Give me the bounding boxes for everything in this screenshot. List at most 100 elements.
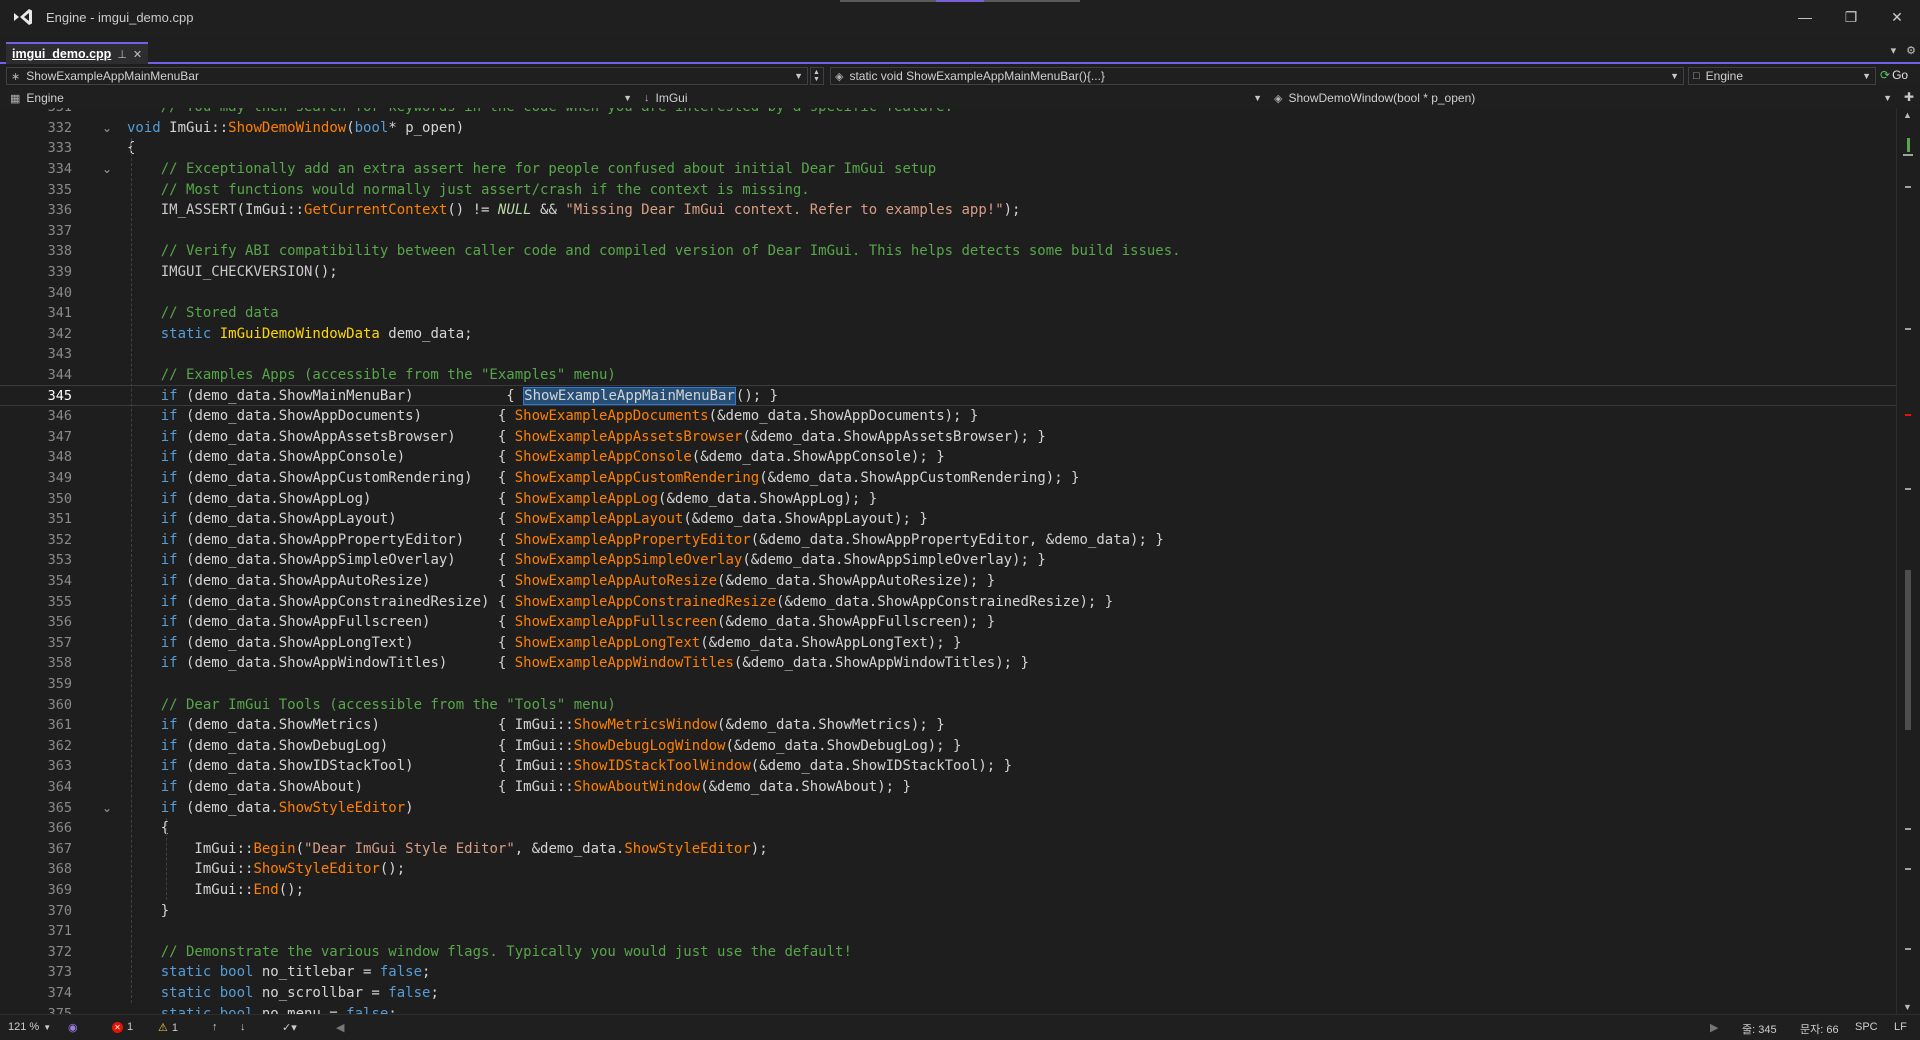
code-line[interactable]: 351 if (demo_data.ShowAppLayout) { ShowE…	[0, 509, 1896, 530]
fold-chevron-icon[interactable]: ⌄	[102, 801, 112, 815]
code-line[interactable]: 339 IMGUI_CHECKVERSION();	[0, 262, 1896, 283]
code-line[interactable]: 346 if (demo_data.ShowAppDocuments) { Sh…	[0, 406, 1896, 427]
fold-chevron-icon[interactable]: ⌄	[102, 162, 112, 176]
tab-close-icon[interactable]: ✕	[133, 48, 142, 61]
code-text: static bool no_menu = false;	[127, 1006, 397, 1014]
zoom-dropdown[interactable]: 121 % ▼	[8, 1021, 51, 1033]
line-ending-indicator[interactable]: LF	[1894, 1021, 1907, 1033]
close-window-button[interactable]: ✕	[1874, 0, 1920, 34]
code-line[interactable]: 341 // Stored data	[0, 303, 1896, 324]
line-number: 346	[47, 408, 72, 425]
code-line[interactable]: 345 if (demo_data.ShowMainMenuBar) { Sho…	[0, 385, 1896, 406]
code-line[interactable]: 357 if (demo_data.ShowAppLongText) { Sho…	[0, 633, 1896, 654]
code-line[interactable]: 371	[0, 921, 1896, 942]
code-line[interactable]: 340	[0, 282, 1896, 303]
split-spinner[interactable]: ▲ ▼	[810, 67, 824, 85]
code-text: IMGUI_CHECKVERSION();	[127, 264, 338, 280]
line-number: 361	[47, 717, 72, 734]
scope-dropdown[interactable]: ∗ ShowExampleAppMainMenuBar ▼	[6, 67, 808, 85]
code-text: if (demo_data.ShowAppSimpleOverlay) { Sh…	[127, 552, 1046, 568]
code-line[interactable]: 375 static bool no_menu = false;	[0, 1003, 1896, 1014]
code-token: static bool	[127, 964, 262, 981]
code-token: ShowExampleAppWindowTitles	[514, 655, 734, 672]
code-line[interactable]: 359	[0, 674, 1896, 695]
code-token: ;	[388, 1005, 397, 1014]
code-line[interactable]: 356 if (demo_data.ShowAppFullscreen) { S…	[0, 612, 1896, 633]
code-line[interactable]: 350 if (demo_data.ShowAppLog) { ShowExam…	[0, 488, 1896, 509]
copilot-icon[interactable]: ◉	[68, 1021, 78, 1034]
code-line[interactable]: 365 ⌄ if (demo_data.ShowStyleEditor)	[0, 797, 1896, 818]
scrollbar-thumb[interactable]	[1905, 570, 1911, 730]
line-indicator[interactable]: 줄: 345	[1742, 1021, 1777, 1037]
code-line[interactable]: 363 if (demo_data.ShowIDStackTool) { ImG…	[0, 756, 1896, 777]
function-dropdown[interactable]: ◈ ShowDemoWindow(bool * p_open) ▼	[1270, 89, 1896, 107]
code-line[interactable]: 368 ImGui::ShowStyleEditor();	[0, 859, 1896, 880]
code-line[interactable]: 370 }	[0, 900, 1896, 921]
code-text: if (demo_data.ShowAppAssetsBrowser) { Sh…	[127, 429, 1046, 445]
code-cleanup-icon[interactable]: ✓▾	[282, 1021, 297, 1034]
visual-studio-logo-icon[interactable]	[8, 2, 38, 32]
spacing-indicator[interactable]: SPC	[1855, 1021, 1878, 1033]
code-line[interactable]: 352 if (demo_data.ShowAppPropertyEditor)…	[0, 530, 1896, 551]
code-line[interactable]: 372 // Demonstrate the various window fl…	[0, 942, 1896, 963]
code-line[interactable]: 349 if (demo_data.ShowAppCustomRendering…	[0, 468, 1896, 489]
code-line[interactable]: 364 if (demo_data.ShowAbout) { ImGui::Sh…	[0, 777, 1896, 798]
fold-chevron-icon[interactable]: ⌄	[102, 121, 112, 135]
gear-icon[interactable]: ⚙	[1906, 44, 1916, 57]
warning-count[interactable]: ⚠ 1	[158, 1021, 178, 1035]
scroll-left-icon[interactable]: ◀	[336, 1021, 344, 1034]
code-line[interactable]: 373 static bool no_titlebar = false;	[0, 962, 1896, 983]
project-dropdown[interactable]: □ Engine ▼	[1688, 67, 1876, 85]
next-issue-icon[interactable]: ↓	[240, 1021, 246, 1033]
previous-issue-icon[interactable]: ↑	[212, 1021, 218, 1033]
code-token: no_scrollbar =	[261, 985, 389, 1002]
code-line[interactable]: 354 if (demo_data.ShowAppAutoResize) { S…	[0, 571, 1896, 592]
add-split-icon[interactable]: ✚	[1904, 90, 1914, 104]
code-line[interactable]: 336 IM_ASSERT(ImGui::GetCurrentContext()…	[0, 200, 1896, 221]
scroll-right-icon[interactable]: ▶	[1710, 1021, 1718, 1034]
scroll-down-icon[interactable]: ▼	[1903, 1002, 1912, 1012]
member-dropdown[interactable]: ◈ static void ShowExampleAppMainMenuBar(…	[830, 67, 1684, 85]
scroll-up-icon[interactable]: ▲	[1903, 110, 1912, 120]
code-line[interactable]: 347 if (demo_data.ShowAppAssetsBrowser) …	[0, 427, 1896, 448]
minimize-button[interactable]: —	[1782, 0, 1828, 34]
code-line[interactable]: 343	[0, 344, 1896, 365]
line-number: 375	[47, 1005, 72, 1014]
pin-icon[interactable]: ⊥	[117, 48, 127, 61]
code-line[interactable]: 342 static ImGuiDemoWindowData demo_data…	[0, 324, 1896, 345]
tab-imgui-demo[interactable]: imgui_demo.cpp ⊥ ✕	[6, 42, 149, 64]
code-token: (demo_data.ShowIDStackTool) { ImGui::	[186, 758, 574, 775]
code-line[interactable]: 334 ⌄ // Exceptionally add an extra asser…	[0, 159, 1896, 180]
code-line[interactable]: 333{	[0, 138, 1896, 159]
restore-button[interactable]: ❐	[1828, 0, 1874, 34]
namespace-dropdown[interactable]: ↓ ImGui ▼	[640, 89, 1266, 107]
code-editor[interactable]: 331 // You may then search for keywords …	[0, 108, 1896, 1014]
code-line[interactable]: 360 // Dear ImGui Tools (accessible from…	[0, 694, 1896, 715]
code-line[interactable]: 366 {	[0, 818, 1896, 839]
project-scope-dropdown[interactable]: ▦ Engine ▼	[6, 89, 636, 107]
code-line[interactable]: 369 ImGui::End();	[0, 880, 1896, 901]
go-button[interactable]: ⟳ Go	[1880, 68, 1908, 82]
code-line[interactable]: 337	[0, 221, 1896, 242]
code-line[interactable]: 367 ImGui::Begin("Dear ImGui Style Edito…	[0, 839, 1896, 860]
code-line[interactable]: 338 // Verify ABI compatibility between …	[0, 241, 1896, 262]
code-line[interactable]: 348 if (demo_data.ShowAppConsole) { Show…	[0, 447, 1896, 468]
code-line[interactable]: 362 if (demo_data.ShowDebugLog) { ImGui:…	[0, 736, 1896, 757]
vertical-scrollbar[interactable]: ▲ ▼	[1896, 108, 1920, 1014]
code-line[interactable]: 361 if (demo_data.ShowMetrics) { ImGui::…	[0, 715, 1896, 736]
code-token: ImGui::	[127, 861, 254, 878]
code-line[interactable]: 374 static bool no_scrollbar = false;	[0, 983, 1896, 1004]
error-count[interactable]: ✕ 1	[112, 1021, 133, 1033]
code-line[interactable]: 335 // Most functions would normally jus…	[0, 179, 1896, 200]
code-line[interactable]: 358 if (demo_data.ShowAppWindowTitles) {…	[0, 653, 1896, 674]
code-token: // Stored data	[127, 305, 279, 322]
code-line[interactable]: 353 if (demo_data.ShowAppSimpleOverlay) …	[0, 550, 1896, 571]
line-number: 351	[47, 511, 72, 528]
tab-overflow-icon[interactable]: ▾	[1891, 44, 1897, 57]
code-token: NULL	[497, 202, 532, 219]
code-line[interactable]: 331 // You may then search for keywords …	[0, 108, 1896, 118]
code-line[interactable]: 332 ⌄ void ImGui::ShowDemoWindow(bool* p_o…	[0, 118, 1896, 139]
code-line[interactable]: 344 // Examples Apps (accessible from th…	[0, 365, 1896, 386]
column-indicator[interactable]: 문자: 66	[1800, 1021, 1839, 1037]
code-line[interactable]: 355 if (demo_data.ShowAppConstrainedResi…	[0, 591, 1896, 612]
